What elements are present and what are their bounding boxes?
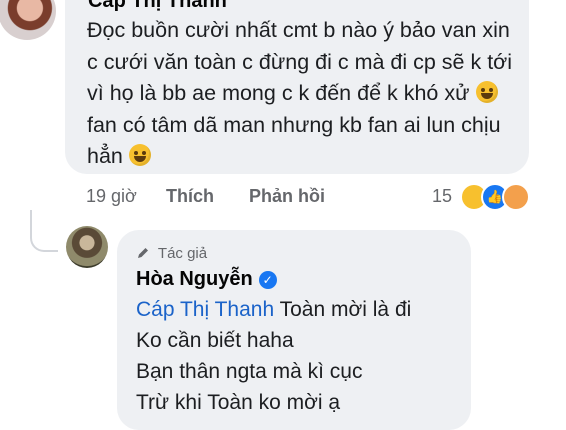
reaction-icons[interactable]: 👍 — [460, 183, 540, 211]
reply-line-1: Cáp Thị Thanh Toàn mời là đi — [136, 294, 466, 325]
reply-text: Cáp Thị Thanh Toàn mời là đi Ko cần biết… — [136, 294, 466, 418]
like-button[interactable]: Thích — [166, 186, 214, 207]
comment-author-name[interactable]: Cáp Thị Thanh — [88, 0, 227, 13]
reply-button[interactable]: Phản hồi — [249, 186, 325, 207]
commenter-avatar[interactable] — [0, 0, 56, 40]
rofl-emoji-icon — [475, 81, 498, 103]
reply-author-label[interactable]: Hòa Nguyễn — [136, 268, 253, 290]
reply-author-name[interactable]: Hòa Nguyễn ✓ — [136, 268, 277, 291]
reply-thread-line — [30, 210, 58, 252]
reply-line-2: Ko cần biết haha — [136, 329, 294, 352]
care-reaction-icon — [502, 183, 530, 211]
reply-author-avatar[interactable] — [66, 226, 108, 268]
pen-icon — [138, 248, 148, 258]
verified-badge-icon: ✓ — [258, 271, 277, 289]
reply-line-1-rest: Toàn mời là đi — [279, 298, 412, 321]
comment-text: Đọc buồn cười nhất cmt b nào ý bảo van x… — [87, 15, 523, 173]
reply-line-4: Trừ khi Toàn ko mời ạ — [136, 391, 341, 414]
comment-text-part1: Đọc buồn cười nhất cmt b nào ý bảo van x… — [87, 18, 513, 105]
author-badge: Tác giả — [136, 245, 207, 262]
comment-timestamp[interactable]: 19 giờ — [86, 186, 137, 207]
laughing-emoji-icon — [128, 144, 151, 166]
mention-link[interactable]: Cáp Thị Thanh — [136, 298, 274, 321]
reaction-count[interactable]: 15 — [432, 186, 452, 207]
reply-line-3: Bạn thân ngta mà kì cục — [136, 360, 363, 383]
author-badge-label: Tác giả — [157, 245, 208, 262]
